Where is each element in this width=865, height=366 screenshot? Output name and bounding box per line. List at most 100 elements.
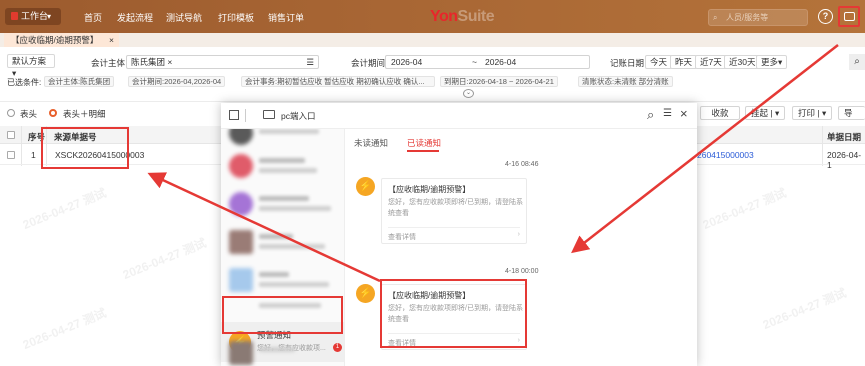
list-item[interactable] bbox=[221, 297, 344, 321]
chevron-down-icon: ▾ bbox=[778, 57, 783, 67]
notification-card[interactable]: 【应收临期/逾期预警】 您好，您有应收款项即将/已到期，请登陆系统查看 查看详情… bbox=[381, 284, 527, 350]
print-button[interactable]: 打印 | ▾ bbox=[792, 106, 833, 120]
expand-icon[interactable] bbox=[229, 110, 239, 120]
condition-chip[interactable]: 会计主体:陈氏集团 bbox=[44, 76, 115, 87]
quick-7days[interactable]: 近7天 bbox=[695, 55, 727, 69]
tab-unread[interactable]: 未读通知 bbox=[354, 137, 388, 149]
radio-header-detail-label: 表头＋明细 bbox=[63, 109, 106, 119]
row-checkbox[interactable] bbox=[7, 151, 15, 159]
quick-more-label: 更多 bbox=[761, 57, 779, 67]
chevron-down-icon: ▾ bbox=[774, 108, 780, 118]
condition-chip[interactable]: 会计期间:2026-04,2026-04 bbox=[128, 76, 226, 87]
message-bubble-icon bbox=[844, 12, 855, 21]
watermark: 2026-04-27 测试 bbox=[700, 185, 789, 233]
view-details-link[interactable]: 查看详情 bbox=[388, 338, 416, 348]
condition-chip[interactable]: 会计事务:期初暂估应收 暂估应收 期初确认应收 确认... bbox=[241, 76, 435, 87]
export-button[interactable]: 导出 bbox=[838, 106, 865, 120]
period-range[interactable]: 2026-04 ~ 2026-04 bbox=[385, 55, 590, 69]
search-icon[interactable]: ⌕ bbox=[647, 107, 654, 123]
collapse-icon[interactable]: ⌄ bbox=[463, 89, 474, 98]
condition-chip[interactable]: 清账状态:未清账 部分清账 bbox=[578, 76, 673, 87]
notification-time: 4-18 00:00 bbox=[505, 268, 539, 275]
suspend-button[interactable]: 挂起 | ▾ bbox=[745, 106, 786, 120]
list-item-title: 预警通知 bbox=[257, 330, 292, 340]
help-icon[interactable]: ? bbox=[818, 9, 833, 24]
tab-bar bbox=[0, 33, 865, 47]
notification-time: 4-16 08:46 bbox=[505, 161, 539, 168]
org-value: 陈氏集团 bbox=[131, 57, 166, 67]
quick-yesterday[interactable]: 昨天 bbox=[670, 55, 698, 69]
divider bbox=[0, 101, 865, 102]
radio-header-label: 表头 bbox=[20, 109, 38, 119]
row-doc-no-link[interactable]: 260415000003 bbox=[697, 150, 754, 160]
blurred-text bbox=[259, 196, 309, 201]
conversation-list: ⚡ 预警通知 您好，您有应收款项... 1 bbox=[221, 129, 345, 366]
list-item[interactable] bbox=[221, 225, 344, 259]
radio-header-detail[interactable] bbox=[49, 109, 57, 117]
tab-read[interactable]: 已读通知 bbox=[407, 137, 441, 149]
period-to: 2026-04 bbox=[485, 57, 517, 67]
close-icon[interactable]: × bbox=[680, 106, 688, 121]
blurred-text bbox=[259, 272, 289, 277]
list-icon[interactable]: ☰ bbox=[663, 108, 672, 119]
blurred-text bbox=[259, 158, 305, 163]
nav-print-template[interactable]: 打印模板 bbox=[218, 11, 254, 24]
period-label: 会计期间 bbox=[351, 58, 386, 68]
list-item[interactable] bbox=[221, 263, 344, 297]
blurred-text bbox=[259, 244, 325, 249]
blurred-text bbox=[259, 206, 331, 211]
blurred-text bbox=[259, 282, 329, 287]
remove-icon[interactable]: × bbox=[167, 57, 172, 67]
tab-warning[interactable]: 【应收临期/逾期预警】 × bbox=[4, 33, 119, 47]
row-doc-date: 2026-04-1 bbox=[827, 150, 862, 170]
search-icon[interactable]: ⌕ bbox=[849, 54, 865, 70]
close-icon[interactable]: × bbox=[109, 33, 114, 47]
conversation-avatar bbox=[229, 230, 253, 254]
range-separator: ~ bbox=[472, 57, 477, 67]
global-search-input[interactable]: ⌕ 人员/服务等 bbox=[708, 9, 808, 26]
conversation-avatar bbox=[229, 154, 253, 178]
col-source-no[interactable]: 来源单据号 bbox=[54, 131, 97, 143]
receive-button[interactable]: 收款 bbox=[700, 106, 740, 120]
watermark: 2026-04-27 测试 bbox=[120, 235, 209, 283]
nav-home[interactable]: 首页 bbox=[84, 11, 102, 24]
list-item[interactable] bbox=[221, 187, 344, 221]
select-all-checkbox[interactable] bbox=[7, 131, 15, 139]
nav-start-process[interactable]: 发起流程 bbox=[117, 11, 153, 24]
quick-today[interactable]: 今天 bbox=[645, 55, 673, 69]
view-details-link[interactable]: 查看详情 bbox=[388, 232, 416, 242]
nav-sales-order[interactable]: 销售订单 bbox=[268, 11, 304, 24]
active-tab-indicator bbox=[407, 150, 439, 152]
chevron-down-icon: ▾ bbox=[821, 108, 827, 118]
quick-more[interactable]: 更多▾ bbox=[756, 55, 788, 69]
divider bbox=[388, 333, 520, 334]
scheme-select[interactable]: 默认方案 ▾ bbox=[7, 54, 55, 78]
notification-card[interactable]: 【应收临期/逾期预警】 您好，您有应收款项即将/已到期，请登陆系统查看 查看详情… bbox=[381, 178, 527, 244]
row-source-no[interactable]: XSCK20260415000003 bbox=[55, 150, 144, 160]
org-field[interactable]: 陈氏集团 × ☰ bbox=[126, 55, 319, 69]
watermark: 2026-04-27 测试 bbox=[760, 285, 849, 333]
list-icon[interactable]: ☰ bbox=[306, 56, 314, 68]
scheme-label: 默认方案 bbox=[12, 56, 47, 66]
list-item[interactable] bbox=[221, 149, 344, 183]
col-doc-date[interactable]: 单据日期 bbox=[827, 131, 861, 143]
notification-panel: 未读通知 已读通知 4-16 08:46 ⚡ 【应收临期/逾期预警】 您好，您有… bbox=[346, 129, 697, 366]
popup-header: pc端入口 ⌕ ☰ × bbox=[221, 103, 697, 129]
period-from: 2026-04 bbox=[391, 57, 423, 67]
notification-title: 【应收临期/逾期预警】 bbox=[388, 185, 471, 194]
quick-30days[interactable]: 近30天 bbox=[724, 55, 761, 69]
conversation-avatar bbox=[229, 341, 253, 365]
org-label: 会计主体 bbox=[91, 58, 126, 68]
message-center-icon[interactable] bbox=[838, 6, 860, 27]
conversation-avatar bbox=[229, 192, 253, 216]
app-root: 工作台 ▾ 首页 发起流程 测试导航 打印模板 销售订单 YonSuite ⌕ 人员… bbox=[0, 0, 865, 366]
yonsuite-logo: YonSuite bbox=[430, 8, 495, 26]
blurred-text bbox=[259, 129, 319, 134]
workspace-icon bbox=[11, 12, 18, 20]
lightning-icon: ⚡ bbox=[356, 284, 375, 303]
radio-header[interactable] bbox=[7, 109, 15, 117]
nav-test[interactable]: 测试导航 bbox=[166, 11, 202, 24]
logo-part-1: Yon bbox=[430, 8, 458, 25]
workspace-switcher[interactable]: 工作台 ▾ bbox=[5, 8, 61, 25]
condition-chip[interactable]: 到期日:2026-04-18 ~ 2026-04-21 bbox=[440, 76, 558, 87]
